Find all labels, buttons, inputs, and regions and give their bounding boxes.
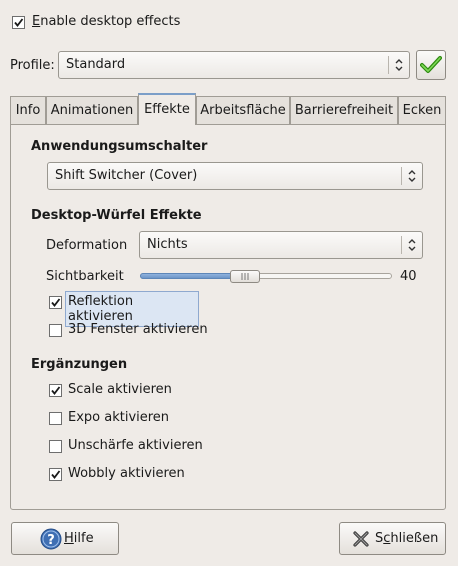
help-label: Hilfe xyxy=(64,531,94,546)
tab-label: Effekte xyxy=(144,102,190,117)
expo-checkbox[interactable]: Expo aktivieren xyxy=(49,410,209,428)
combo-arrows-icon xyxy=(395,59,403,71)
grip-icon xyxy=(241,273,249,280)
tab-label: Arbeitsfläche xyxy=(200,103,286,118)
tab-info[interactable]: Info xyxy=(10,96,46,124)
scale-checkbox[interactable]: Scale aktivieren xyxy=(49,382,209,400)
section-title-extras: Ergänzungen xyxy=(31,357,128,372)
enable-effects-checkbox[interactable]: Enable desktop effects xyxy=(12,14,182,32)
tab-animationen[interactable]: Animationen xyxy=(46,96,138,124)
combo-arrows-icon xyxy=(408,239,416,251)
tab-ecken[interactable]: Ecken xyxy=(398,96,446,124)
checkbox-box xyxy=(49,468,62,481)
visibility-slider[interactable] xyxy=(140,270,392,284)
close-icon xyxy=(353,531,369,547)
switcher-combo[interactable]: Shift Switcher (Cover) xyxy=(47,162,423,190)
close-label: Schließen xyxy=(375,531,439,546)
visibility-label: Sichtbarkeit xyxy=(46,269,124,284)
combo-separator xyxy=(388,56,389,74)
tab-label: Info xyxy=(15,103,41,118)
enable-effects-label: Enable desktop effects xyxy=(32,14,181,29)
reflection-label: Reflektion aktivieren xyxy=(68,294,134,324)
profile-label: Profile: xyxy=(10,58,55,73)
help-icon: ? xyxy=(40,528,62,550)
checkbox-box xyxy=(49,324,62,337)
deformation-combo[interactable]: Nichts xyxy=(139,231,423,259)
reflection-checkbox[interactable]: Reflektion aktivieren xyxy=(49,291,199,327)
expo-label: Expo aktivieren xyxy=(68,410,170,425)
help-button[interactable]: ? Hilfe xyxy=(11,522,119,555)
checkmark-icon xyxy=(420,56,442,73)
tab-label: Ecken xyxy=(402,103,442,118)
blur-checkbox[interactable]: Unschärfe aktivieren xyxy=(49,438,229,456)
section-title-cube: Desktop-Würfel Effekte xyxy=(31,208,202,223)
checkbox-box xyxy=(49,296,62,309)
close-button[interactable]: Schließen xyxy=(339,522,446,555)
deformation-value: Nichts xyxy=(147,237,188,252)
combo-separator xyxy=(401,236,402,254)
combo-separator xyxy=(401,167,402,185)
profile-value: Standard xyxy=(66,57,126,72)
wobbly-checkbox[interactable]: Wobbly aktivieren xyxy=(49,466,209,484)
blur-label: Unschärfe aktivieren xyxy=(68,438,203,453)
tab-arbeitsflaeche[interactable]: Arbeitsfläche xyxy=(196,96,290,124)
section-title-switcher: Anwendungsumschalter xyxy=(31,139,208,154)
windows3d-label: 3D Fenster aktivieren xyxy=(68,322,208,337)
scale-label: Scale aktivieren xyxy=(68,382,172,397)
slider-fill xyxy=(140,273,240,279)
deformation-label: Deformation xyxy=(46,238,128,253)
profile-combo[interactable]: Standard xyxy=(58,51,410,79)
tab-barrierefreiheit[interactable]: Barrierefreiheit xyxy=(290,96,398,124)
checkbox-box xyxy=(49,412,62,425)
slider-handle[interactable] xyxy=(230,270,260,283)
wobbly-label: Wobbly aktivieren xyxy=(68,466,185,481)
apply-profile-button[interactable] xyxy=(416,50,446,80)
combo-arrows-icon xyxy=(408,170,416,182)
windows3d-checkbox[interactable]: 3D Fenster aktivieren xyxy=(49,322,219,340)
checkbox-box xyxy=(12,16,25,29)
checkbox-box xyxy=(49,384,62,397)
tab-label: Barrierefreiheit xyxy=(294,103,394,118)
tab-label: Animationen xyxy=(50,103,134,118)
switcher-value: Shift Switcher (Cover) xyxy=(55,168,198,183)
svg-text:?: ? xyxy=(47,533,55,548)
tab-effekte[interactable]: Effekte xyxy=(138,93,196,125)
visibility-value: 40 xyxy=(400,269,417,284)
checkbox-box xyxy=(49,440,62,453)
